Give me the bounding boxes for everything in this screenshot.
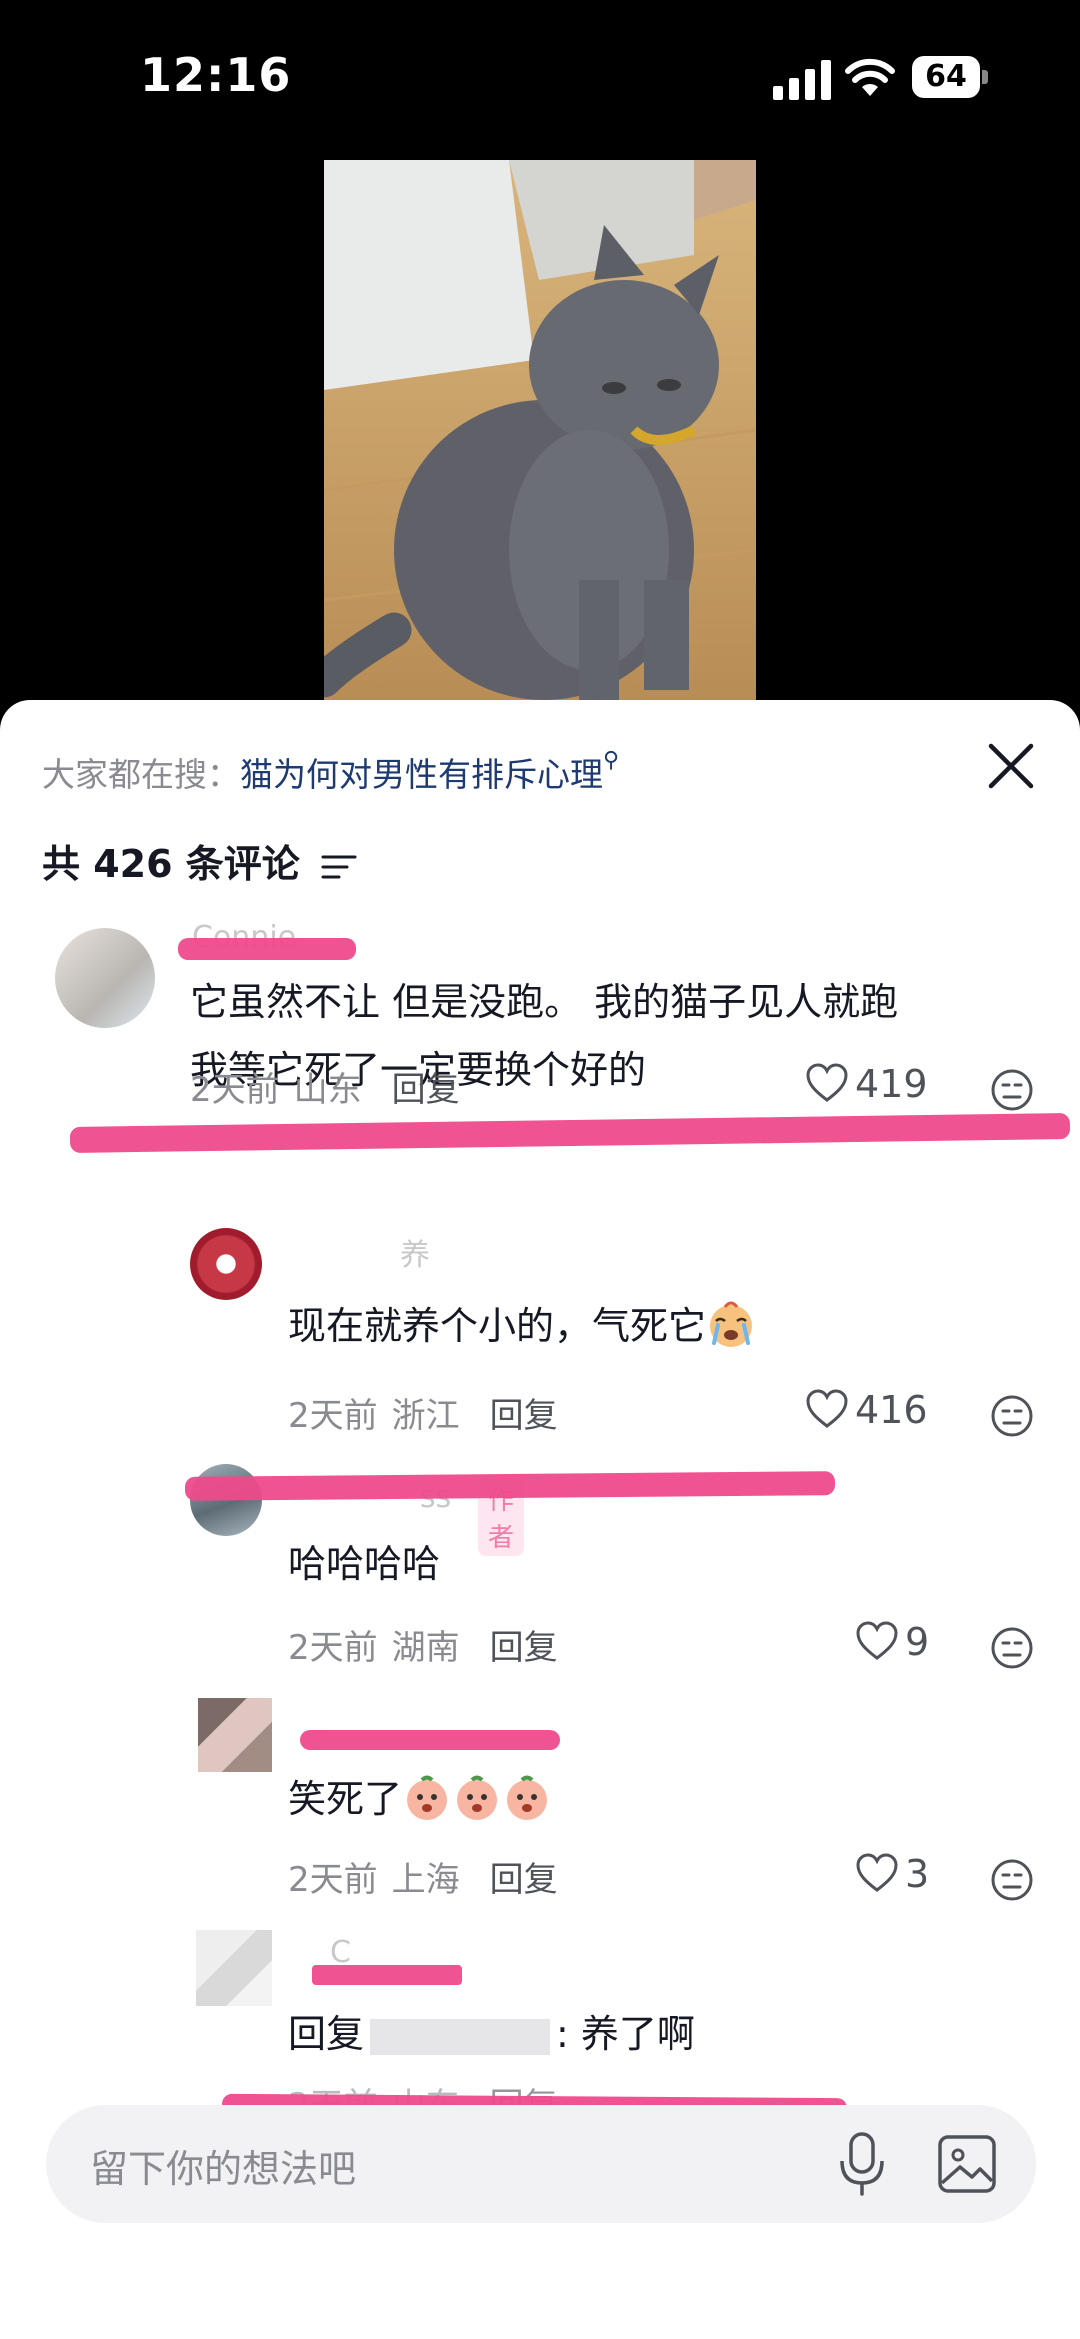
comment-time: 2天前 [190, 1070, 280, 1110]
comment-text-line: 笑死了 [288, 1777, 403, 1821]
trending-search[interactable]: 大家都在搜：猫为何对男性有排斥心理⚲ [42, 748, 619, 796]
comment-text: 哈哈哈哈 [288, 1530, 440, 1598]
comment-location: 湖南 [391, 1628, 460, 1668]
avatar[interactable] [55, 928, 155, 1028]
like-count: 416 [855, 1388, 928, 1432]
peach-emoji-icon [507, 1775, 548, 1820]
search-icon: ⚲ [603, 748, 620, 773]
comment-time: 2天前 [288, 1396, 378, 1436]
redaction-mark [300, 1730, 560, 1750]
search-label: 大家都在搜： [42, 755, 240, 794]
comment-text: 回复: 养了啊 [288, 2012, 695, 2056]
comment-meta: 2天前 上海 回复 [288, 1852, 558, 1901]
microphone-icon[interactable] [836, 2131, 888, 2197]
like-count: 419 [855, 1062, 928, 1106]
comment-meta: 2天前 湖南 回复 [288, 1620, 558, 1669]
like-button[interactable]: 3 [855, 1852, 929, 1896]
dislike-face-icon[interactable] [990, 1626, 1034, 1670]
peach-emoji-icon [407, 1775, 448, 1820]
comment-input[interactable]: 留下你的想法吧 [46, 2105, 1036, 2223]
like-button[interactable]: 416 [805, 1388, 928, 1432]
dislike-face-icon[interactable] [990, 1068, 1034, 1112]
heart-icon [806, 1389, 848, 1428]
avatar[interactable] [190, 1228, 262, 1300]
avatar[interactable] [196, 1930, 272, 2006]
redaction-mark [69, 1113, 1071, 1153]
comment-sheet: 大家都在搜：猫为何对男性有排斥心理⚲ 共 426 条评论 Connie 它虽然不… [0, 700, 1080, 2339]
comment-location: 上海 [391, 1860, 460, 1900]
redaction-mark [312, 1965, 462, 1985]
search-query-link[interactable]: 猫为何对男性有排斥心理 [240, 755, 603, 794]
image-icon[interactable] [936, 2133, 998, 2195]
reply-button[interactable]: 回复 [490, 1628, 558, 1668]
comment-text-line: 它虽然不让 但是没跑。 我的猫子见人就跑 [190, 980, 899, 1024]
comment-meta: 2天前山东回复 [190, 1062, 460, 1111]
wifi-icon [845, 58, 895, 96]
comment-text-line: 养了啊 [580, 2012, 695, 2056]
like-count: 3 [905, 1852, 930, 1896]
battery-level: 64 [912, 56, 980, 98]
comment-location: 浙江 [391, 1396, 460, 1436]
dislike-face-icon[interactable] [990, 1394, 1034, 1438]
like-count: 9 [905, 1620, 930, 1664]
comment-input-placeholder: 留下你的想法吧 [90, 2147, 357, 2191]
reply-button[interactable]: 回复 [490, 1396, 558, 1436]
like-button[interactable]: 9 [855, 1620, 929, 1664]
comment-reply-prefix: 回复 [288, 2012, 365, 2056]
comment-text-line: 现在就养个小的，气死它 [288, 1304, 707, 1348]
comment-location: 山东 [293, 1070, 362, 1110]
reply-button[interactable]: 回复 [490, 1860, 558, 1900]
heart-icon [856, 1621, 898, 1660]
comment-count: 共 426 条评论 [42, 833, 357, 888]
cat-video-frame [324, 160, 756, 705]
crying-emoji-icon [710, 1301, 753, 1347]
redaction-mark [178, 938, 356, 960]
comment-meta: 2天前 浙江 回复 [288, 1388, 558, 1437]
redaction-mark [184, 1471, 836, 1501]
heart-icon [806, 1063, 848, 1102]
close-icon[interactable] [985, 740, 1037, 792]
comment-text-line: 哈哈哈哈 [288, 1542, 441, 1586]
sort-filter-icon[interactable] [321, 852, 357, 882]
video-player[interactable] [324, 160, 756, 705]
comment-text: 现在就养个小的，气死它 [288, 1292, 756, 1360]
battery-icon: 64 [912, 56, 988, 98]
reply-button[interactable]: 回复 [392, 1070, 460, 1110]
comment-count-text: 共 426 条评论 [42, 842, 300, 886]
peach-emoji-icon [457, 1775, 498, 1820]
signal-icon [773, 60, 831, 100]
avatar[interactable] [198, 1698, 272, 1772]
clock: 12:16 [140, 48, 292, 102]
comment-time: 2天前 [288, 1628, 378, 1668]
dislike-face-icon[interactable] [990, 1858, 1034, 1902]
comment-author[interactable]: 养 [400, 1230, 430, 1274]
comment-text: 笑死了 [288, 1765, 552, 1833]
status-bar: 12:16 64 [0, 0, 1080, 150]
heart-icon [856, 1853, 898, 1892]
like-button[interactable]: 419 [805, 1062, 928, 1106]
comment-time: 2天前 [288, 1860, 378, 1900]
